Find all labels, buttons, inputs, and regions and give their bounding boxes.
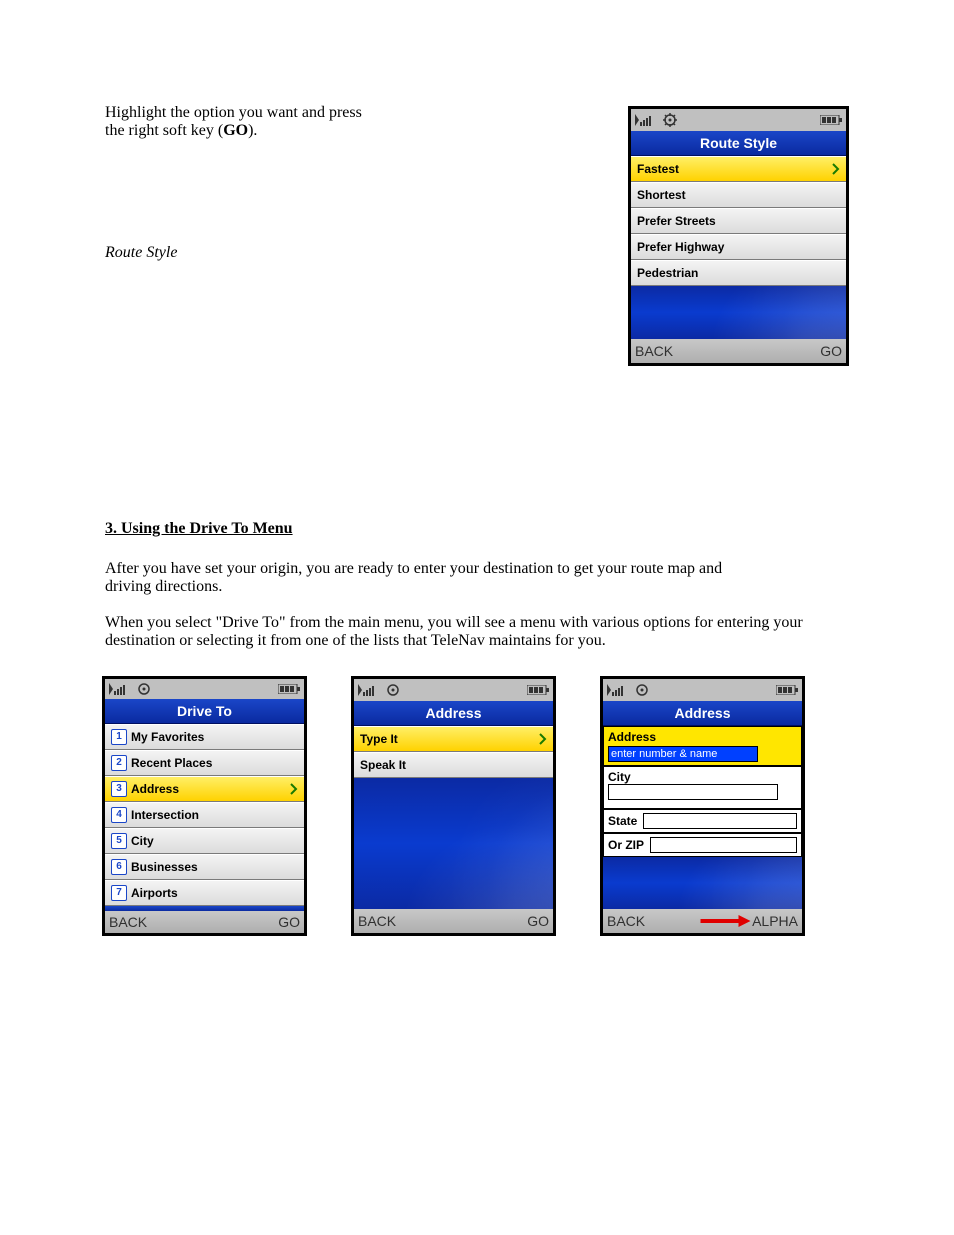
- drive-item-address[interactable]: 3 Address: [105, 776, 304, 802]
- softkey-alpha[interactable]: ALPHA: [752, 913, 798, 929]
- globe-background: [354, 778, 553, 909]
- state-label: State: [608, 814, 637, 828]
- signal-icon: [358, 684, 380, 696]
- address-field-group: Address enter number & name: [603, 726, 802, 766]
- drive-item-favorites[interactable]: 1 My Favorites: [105, 724, 304, 750]
- key-badge: 4: [111, 807, 127, 823]
- section-p2a: When you select "Drive To" from the main…: [105, 614, 428, 631]
- section-p2b: you will see a menu with various options…: [428, 614, 774, 631]
- body-p2a: the right soft key (: [105, 122, 223, 139]
- zip-input[interactable]: [650, 837, 797, 853]
- city-label: City: [608, 770, 797, 784]
- city-input[interactable]: [608, 784, 778, 800]
- body-p2b: ).: [248, 122, 257, 139]
- route-option-prefer-streets[interactable]: Prefer Streets: [631, 208, 846, 234]
- title-drive-to: Drive To: [105, 699, 304, 724]
- gear-icon: [663, 113, 677, 127]
- route-option-label: Pedestrian: [637, 266, 698, 280]
- route-option-pedestrian[interactable]: Pedestrian: [631, 260, 846, 286]
- state-input[interactable]: [643, 813, 797, 829]
- softkey-go[interactable]: GO: [527, 913, 549, 929]
- softkey-back[interactable]: BACK: [607, 913, 645, 929]
- softkey-go[interactable]: GO: [278, 914, 300, 930]
- phone-route-style: Route Style Fastest Shortest Prefer Stre…: [628, 106, 849, 366]
- key-badge: 3: [111, 781, 127, 797]
- red-arrow-icon: [700, 914, 750, 928]
- section-p1a: After you have set your origin, you are …: [105, 560, 722, 577]
- chevron-right-icon: [539, 733, 547, 745]
- signal-icon: [635, 114, 657, 126]
- heading-route-style: Route Style: [105, 244, 565, 262]
- key-badge: 6: [111, 859, 127, 875]
- drive-item-city[interactable]: 5 City: [105, 828, 304, 854]
- drive-item-recent[interactable]: 2 Recent Places: [105, 750, 304, 776]
- drive-item-label: City: [131, 834, 154, 848]
- route-option-label: Prefer Highway: [637, 240, 724, 254]
- gear-icon: [635, 683, 649, 697]
- drive-item-label: Address: [131, 782, 179, 796]
- address-speak-it[interactable]: Speak It: [354, 752, 553, 778]
- route-option-label: Shortest: [637, 188, 686, 202]
- address-type-it[interactable]: Type It: [354, 726, 553, 752]
- address-menu-label: Speak It: [360, 758, 406, 772]
- state-field-group: State: [603, 809, 802, 833]
- chevron-right-icon: [290, 783, 298, 795]
- globe-background: [631, 286, 846, 339]
- signal-icon: [607, 684, 629, 696]
- softkey-go[interactable]: GO: [820, 343, 842, 359]
- battery-icon: [278, 684, 300, 694]
- drive-item-label: Intersection: [131, 808, 199, 822]
- address-label: Address: [608, 730, 797, 744]
- softkey-back[interactable]: BACK: [358, 913, 396, 929]
- address-input[interactable]: enter number & name: [608, 746, 758, 762]
- section-p1b: driving directions.: [105, 578, 222, 595]
- softkey-go-text: GO: [223, 122, 248, 139]
- key-badge: 1: [111, 729, 127, 745]
- title-address-form: Address: [603, 701, 802, 726]
- title-address: Address: [354, 701, 553, 726]
- route-option-fastest[interactable]: Fastest: [631, 156, 846, 182]
- title-route-style: Route Style: [631, 131, 846, 156]
- phone-address-menu: Address Type It Speak It BACK GO: [351, 676, 556, 936]
- city-field-group: City: [603, 766, 802, 809]
- zip-label: Or ZIP: [608, 838, 644, 852]
- globe-background: [603, 857, 802, 909]
- statusbar: [603, 679, 802, 701]
- address-input-text: enter number & name: [611, 748, 717, 760]
- statusbar: [354, 679, 553, 701]
- softkey-back[interactable]: BACK: [635, 343, 673, 359]
- statusbar: [631, 109, 846, 131]
- drive-item-label: Airports: [131, 886, 178, 900]
- drive-item-businesses[interactable]: 6 Businesses: [105, 854, 304, 880]
- gear-icon: [137, 682, 151, 696]
- drive-item-intersection[interactable]: 4 Intersection: [105, 802, 304, 828]
- signal-icon: [109, 683, 131, 695]
- drive-item-label: Businesses: [131, 860, 198, 874]
- drive-item-label: My Favorites: [131, 730, 204, 744]
- route-option-shortest[interactable]: Shortest: [631, 182, 846, 208]
- phone-address-form: Address Address enter number & name City…: [600, 676, 805, 936]
- softkey-back[interactable]: BACK: [109, 914, 147, 930]
- section-heading: 3. Using the Drive To Menu: [105, 520, 293, 537]
- phone-drive-to: Drive To 1My Favorites 2Recent Places 3A…: [102, 676, 307, 936]
- battery-icon: [527, 685, 549, 695]
- zip-field-group: Or ZIP: [603, 833, 802, 857]
- drive-item-airports[interactable]: 7 Airports: [105, 880, 304, 906]
- key-badge: 7: [111, 885, 127, 901]
- statusbar: [105, 679, 304, 699]
- gear-icon: [386, 683, 400, 697]
- key-badge: 5: [111, 833, 127, 849]
- battery-icon: [776, 685, 798, 695]
- chevron-right-icon: [832, 163, 840, 175]
- body-p1: Highlight the option you want and press: [105, 104, 362, 121]
- address-menu-label: Type It: [360, 732, 398, 746]
- section-p2d: TeleNav maintains for you.: [431, 632, 606, 649]
- battery-icon: [820, 115, 842, 125]
- drive-item-label: Recent Places: [131, 756, 212, 770]
- route-option-label: Prefer Streets: [637, 214, 716, 228]
- route-option-label: Fastest: [637, 162, 679, 176]
- key-badge: 2: [111, 755, 127, 771]
- route-option-prefer-highway[interactable]: Prefer Highway: [631, 234, 846, 260]
